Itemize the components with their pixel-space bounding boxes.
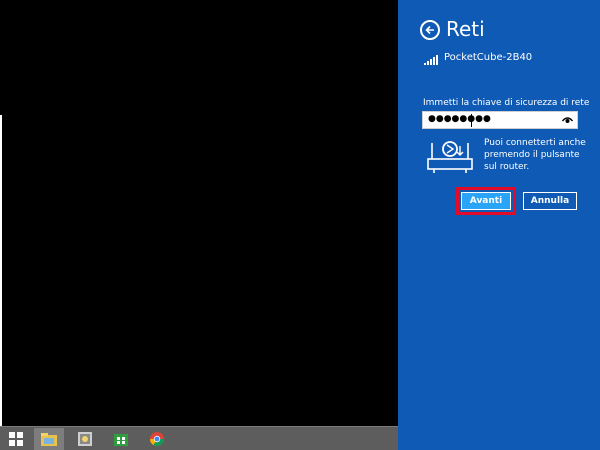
windows-logo-icon [9, 432, 23, 446]
networks-panel: Reti PocketCube-2B40 Immetti la chiave d… [398, 0, 600, 450]
security-key-input[interactable]: ●●●●●●●● [422, 111, 578, 129]
chrome-icon [150, 432, 164, 446]
back-arrow-icon [425, 25, 434, 35]
store-icon [114, 434, 128, 446]
password-value: ●●●●●●●● [428, 114, 491, 124]
network-name[interactable]: PocketCube-2B40 [444, 52, 532, 63]
security-key-label: Immetti la chiave di sicurezza di rete [423, 98, 590, 108]
start-button[interactable] [1, 428, 31, 450]
back-button[interactable] [420, 20, 440, 40]
router-hint-text: Puoi connetterti anche premendo il pulsa… [484, 138, 586, 172]
show-password-icon[interactable] [562, 115, 573, 125]
control-panel-icon [78, 432, 92, 446]
wifi-signal-icon [424, 55, 438, 65]
file-explorer-icon [41, 433, 57, 446]
desktop-area [0, 0, 398, 426]
window-edge [0, 115, 2, 426]
taskbar-control-panel[interactable] [70, 428, 100, 450]
router-wps-icon [427, 141, 473, 173]
next-button[interactable]: Avanti [461, 192, 511, 210]
text-caret [471, 114, 472, 127]
cancel-button[interactable]: Annulla [523, 192, 577, 210]
taskbar [0, 426, 398, 450]
taskbar-chrome[interactable] [142, 428, 172, 450]
panel-title: Reti [446, 17, 485, 41]
taskbar-store[interactable] [106, 428, 136, 450]
taskbar-file-explorer[interactable] [34, 428, 64, 450]
